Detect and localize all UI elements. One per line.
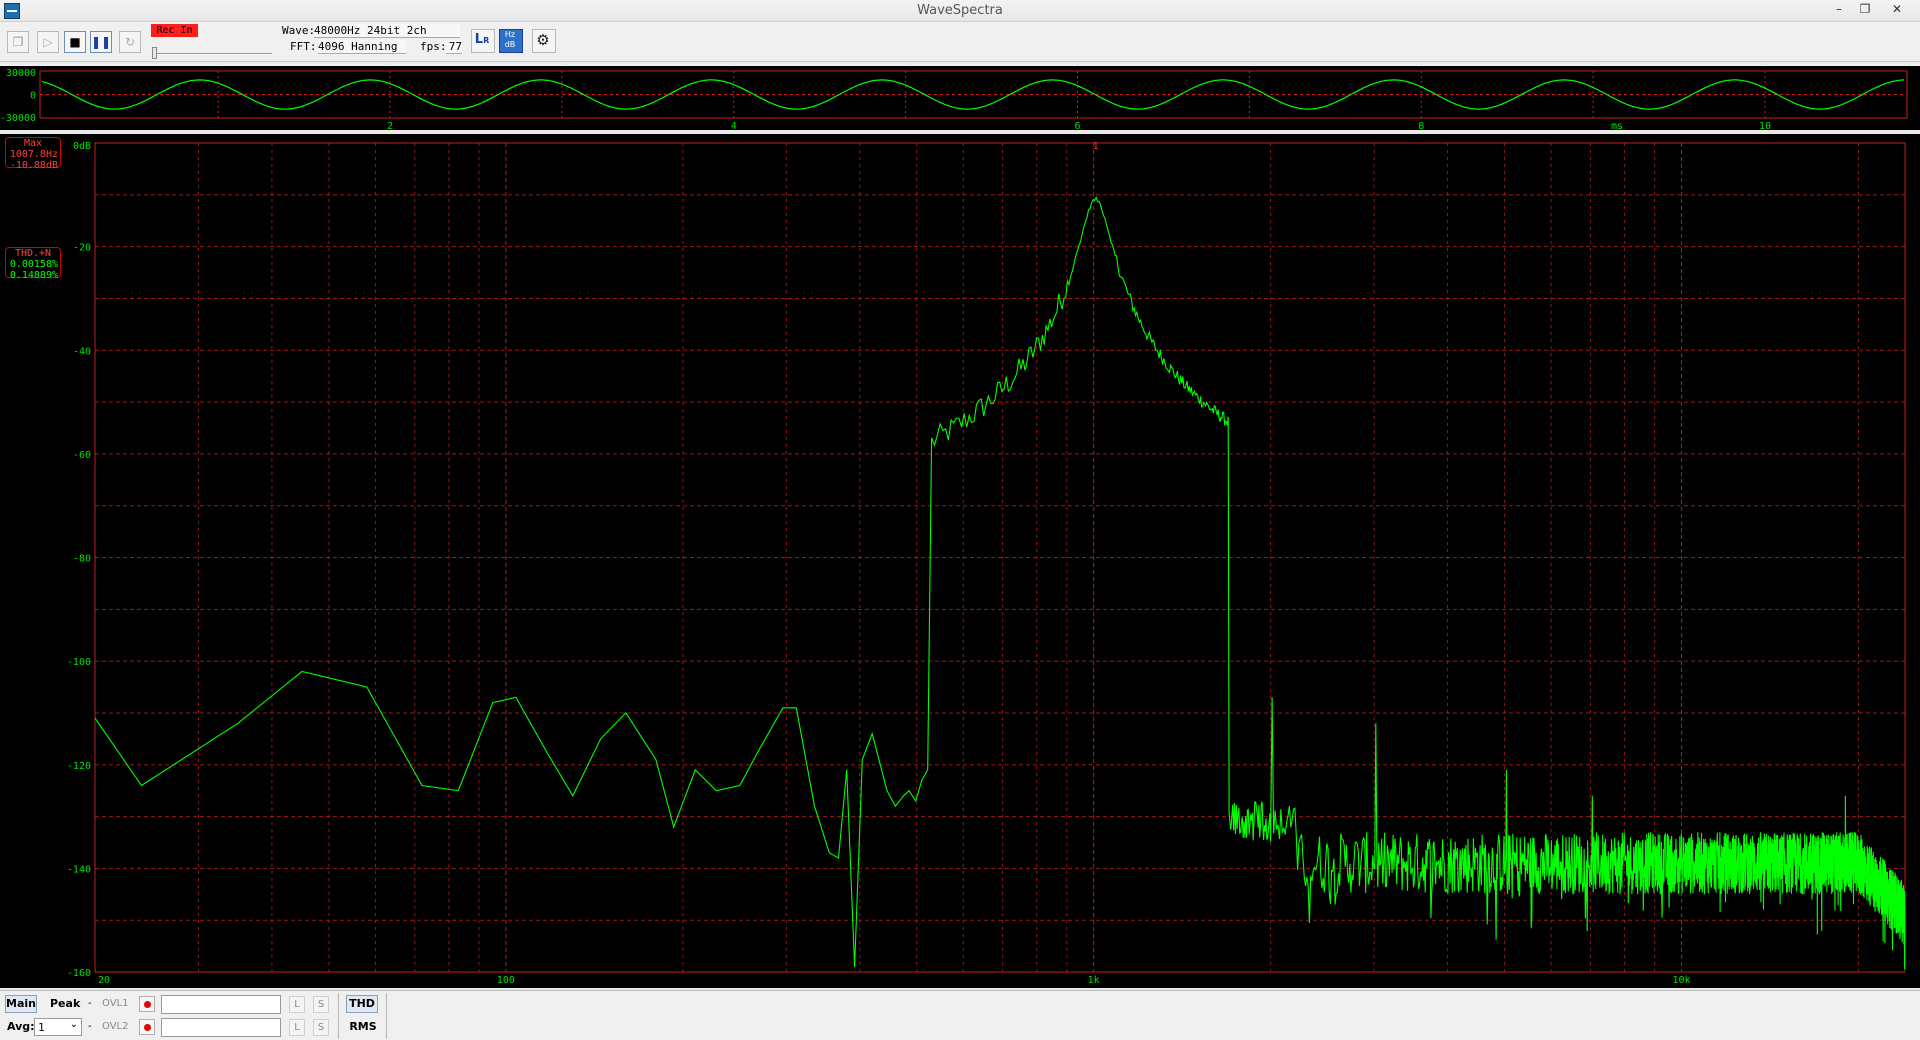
chevron-down-icon: ⌄	[69, 1019, 78, 1030]
spectrum-x-tick: 10k	[1672, 975, 1690, 986]
open-file-button[interactable]: ❐	[7, 31, 29, 53]
freq-scale-button[interactable]: Hz dB	[499, 29, 523, 53]
play-button[interactable]: ▷	[37, 31, 59, 53]
waveform-x-tick: 10	[1759, 121, 1771, 132]
restore-icon[interactable]: ❐	[1852, 0, 1878, 19]
spectrum-x-tick: 100	[497, 975, 515, 986]
channel-lr-icon: LR	[474, 32, 490, 47]
max-level: -10.88dB	[9, 160, 58, 171]
avg-value: 1	[38, 1021, 45, 1034]
max-title: Max	[23, 138, 43, 149]
spectrum-y-tick: -160	[67, 968, 91, 979]
spectrum-y-tick: -100	[67, 657, 91, 668]
dash-label-2: -	[88, 1021, 92, 1032]
toolbar: ❐ ▷ ■ ❚❚ ↻ Rec In Wave: 48000Hz 24bit 2c…	[0, 22, 1920, 62]
max-frequency: 1007.8Hz	[9, 149, 58, 160]
bottom-bar: Main Peak - OVL1 L S Avg: 1 ⌄ - OVL2 L S…	[0, 990, 1920, 1040]
spectrum-y-tick: -80	[73, 554, 91, 565]
thd-title: THD.+N	[14, 248, 52, 259]
fps-label: fps:	[420, 40, 447, 53]
ovl1-label: OVL1	[102, 998, 129, 1009]
format-info: Wave: 48000Hz 24bit 2ch FFT: 4096 Hannin…	[282, 24, 462, 60]
ovl1-record-icon[interactable]	[139, 996, 155, 1012]
window-title: WaveSpectra	[917, 3, 1003, 18]
wrench-icon: ⚙	[536, 31, 550, 49]
max-readout: Max 1007.8Hz -10.88dB	[5, 137, 61, 171]
separator	[338, 993, 339, 1039]
minimize-icon[interactable]: –	[1826, 0, 1852, 19]
spectrum-svg: 0dB -20 -40 -60 -80 -100 -120 -140 -160 20 100 1k 10…	[67, 141, 1906, 986]
stop-button[interactable]: ■	[64, 31, 86, 53]
close-icon[interactable]: ✕	[1884, 0, 1910, 19]
waveform-y-tick: 0	[30, 91, 36, 102]
rms-button[interactable]: RMS	[348, 1018, 378, 1036]
waveform-svg: 30000 0 -30000 2 4 6 8 10 ms	[0, 68, 1908, 132]
waveform-panel[interactable]: 30000 0 -30000 2 4 6 8 10 ms	[0, 64, 1920, 132]
ovl2-load-button[interactable]: L	[289, 1019, 305, 1036]
thd-readout: THD.+N 0.00158% 0.14889%	[5, 247, 61, 281]
waveform-y-tick: -30000	[0, 113, 36, 124]
avg-select[interactable]: 1 ⌄	[34, 1018, 82, 1036]
open-file-icon: ❐	[12, 35, 24, 49]
spectrum-trace	[94, 195, 1906, 970]
loop-icon: ↻	[124, 35, 136, 49]
ovl2-save-button[interactable]: S	[313, 1019, 329, 1036]
wave-format-value: 48000Hz 24bit 2ch	[314, 24, 460, 38]
peak-button[interactable]: Peak	[50, 995, 80, 1013]
play-icon: ▷	[43, 35, 53, 49]
dash-label: -	[88, 998, 92, 1009]
ovl2-label: OVL2	[102, 1021, 129, 1032]
thd-value: 0.00158%	[9, 259, 58, 270]
main-button[interactable]: Main	[5, 995, 37, 1013]
loop-button[interactable]: ↻	[119, 31, 141, 53]
ovl1-name-field[interactable]	[161, 995, 281, 1014]
thd-button[interactable]: THD	[346, 995, 378, 1013]
spectrum-y-tick: -40	[73, 346, 91, 357]
fps-value: 77	[446, 40, 462, 54]
slider-track	[152, 53, 272, 55]
waveform-x-tick: 8	[1418, 121, 1424, 132]
fft-value: 4096 Hanning	[318, 40, 406, 54]
title-bar: WaveSpectra – ❐ ✕	[0, 0, 1920, 22]
peak-marker: 1	[1093, 141, 1099, 152]
stop-icon: ■	[69, 35, 81, 49]
ovl1-save-button[interactable]: S	[313, 996, 329, 1013]
ovl2-record-icon[interactable]	[139, 1019, 155, 1035]
spectrum-x-tick: 20	[98, 975, 110, 986]
settings-button[interactable]: ⚙	[532, 29, 556, 53]
waveform-y-tick: 30000	[6, 68, 36, 79]
avg-label: Avg:	[7, 1020, 35, 1033]
wave-label: Wave:	[282, 24, 316, 37]
spectrum-y-tick: -120	[67, 761, 91, 772]
waveform-x-tick: 6	[1074, 121, 1080, 132]
spectrum-panel[interactable]: 0dB -20 -40 -60 -80 -100 -120 -140 -160 20 100 1k 10…	[0, 134, 1920, 988]
spectrum-x-tick: 1k	[1088, 975, 1100, 986]
waveform-x-tick: 4	[731, 121, 737, 132]
fft-label: FFT:	[290, 40, 317, 53]
pause-button[interactable]: ❚❚	[90, 31, 112, 53]
thdn-value: 0.14889%	[9, 270, 58, 281]
waveform-x-tick: 2	[387, 121, 393, 132]
waveform-unit-label: ms	[1611, 121, 1623, 132]
rec-in-indicator: Rec In	[151, 24, 198, 37]
spectrum-y-tick: -20	[73, 243, 91, 254]
spectrum-y-tick: 0dB	[73, 141, 91, 152]
ovl2-name-field[interactable]	[161, 1018, 281, 1037]
position-slider[interactable]	[152, 46, 272, 62]
spectrum-y-tick: -60	[73, 450, 91, 461]
pause-icon: ❚❚	[91, 35, 112, 49]
hz-db-icon: Hz dB	[504, 30, 516, 49]
ovl1-load-button[interactable]: L	[289, 996, 305, 1013]
slider-thumb[interactable]	[152, 47, 157, 59]
separator-2	[386, 993, 387, 1039]
spectrum-y-tick: -140	[67, 864, 91, 875]
channel-lr-button[interactable]: LR	[471, 29, 495, 53]
